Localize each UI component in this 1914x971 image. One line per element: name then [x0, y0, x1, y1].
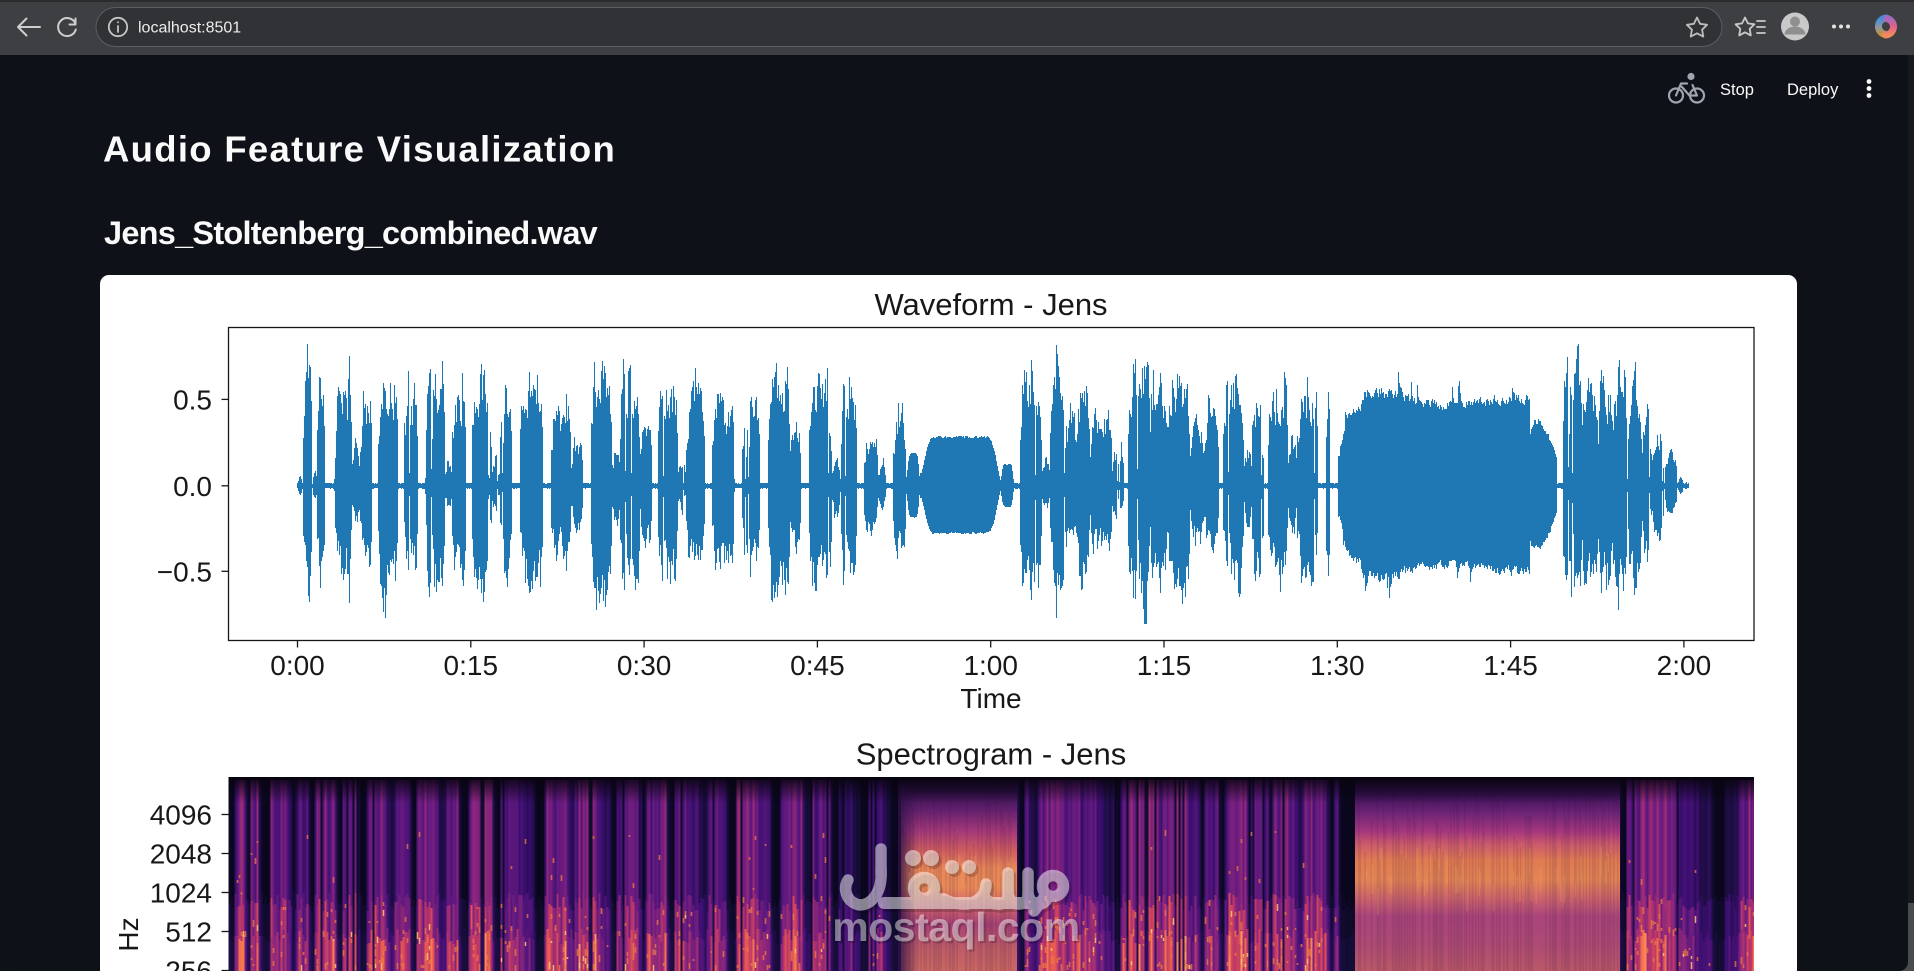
svg-text:0:45: 0:45: [790, 650, 845, 681]
svg-text:512: 512: [165, 917, 212, 948]
svg-text:1:30: 1:30: [1310, 650, 1365, 681]
svg-text:Waveform - Jens: Waveform - Jens: [874, 287, 1107, 322]
svg-text:Stop: Stop: [1720, 81, 1754, 99]
svg-text:0:15: 0:15: [444, 650, 499, 681]
svg-text:localhost:8501: localhost:8501: [138, 20, 241, 37]
svg-text:1:00: 1:00: [963, 650, 1018, 681]
svg-text:Spectrogram - Jens: Spectrogram - Jens: [856, 737, 1127, 772]
svg-text:256: 256: [165, 956, 212, 971]
svg-text:0:30: 0:30: [617, 650, 672, 681]
svg-text:Time: Time: [960, 683, 1021, 714]
svg-text:1024: 1024: [150, 878, 212, 909]
svg-text:1:15: 1:15: [1137, 650, 1192, 681]
svg-text:mostaql.com: mostaql.com: [832, 904, 1079, 950]
svg-text:Hz: Hz: [113, 917, 144, 951]
svg-text:−0.5: −0.5: [157, 556, 212, 587]
svg-text:2048: 2048: [150, 839, 212, 870]
svg-text:0.5: 0.5: [173, 384, 212, 415]
svg-text:2:00: 2:00: [1657, 650, 1712, 681]
svg-text:1:45: 1:45: [1483, 650, 1538, 681]
svg-text:4096: 4096: [150, 800, 212, 831]
svg-text:Jens_Stoltenberg_combined.wav: Jens_Stoltenberg_combined.wav: [104, 215, 598, 251]
svg-text:0:00: 0:00: [270, 650, 325, 681]
svg-text:0.0: 0.0: [173, 471, 212, 502]
svg-text:Audio Feature Visualization: Audio Feature Visualization: [103, 129, 616, 170]
svg-text:Deploy: Deploy: [1787, 81, 1839, 99]
